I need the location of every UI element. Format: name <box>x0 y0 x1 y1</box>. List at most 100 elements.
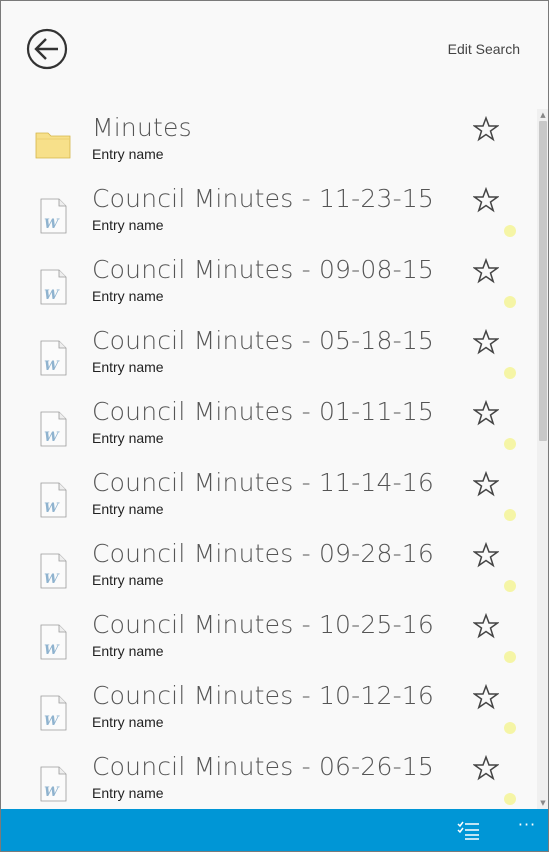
entry-subtitle: Entry name <box>92 572 164 588</box>
word-document-icon: W <box>35 624 71 660</box>
svg-text:W: W <box>44 430 60 445</box>
entry-title: Council Minutes - 11-23-15 <box>92 184 435 213</box>
back-button[interactable] <box>26 28 68 70</box>
more-options-button[interactable]: ··· <box>515 815 539 839</box>
star-icon <box>472 754 500 781</box>
status-dot <box>504 793 516 805</box>
entry-title: Council Minutes - 10-12-16 <box>92 681 435 710</box>
back-arrow-icon <box>26 28 68 70</box>
word-document-icon: W <box>40 269 67 305</box>
favorite-star-button[interactable] <box>472 754 500 781</box>
star-icon <box>472 541 500 568</box>
bottom-app-bar: ··· <box>1 809 548 851</box>
entry-subtitle: Entry name <box>92 643 164 659</box>
favorite-star-button[interactable] <box>472 257 500 284</box>
entry-title: Council Minutes - 05-18-15 <box>92 326 435 355</box>
star-icon <box>472 612 500 639</box>
word-document-icon: W <box>35 340 71 376</box>
entry-title: Council Minutes - 06-26-15 <box>92 752 435 781</box>
document-row[interactable]: W Council Minutes - 11-23-15 Entry name <box>1 182 537 253</box>
status-dot <box>504 367 516 379</box>
entry-title: Council Minutes - 10-25-16 <box>92 610 435 639</box>
star-icon <box>472 186 500 213</box>
word-document-icon: W <box>40 695 67 731</box>
svg-text:W: W <box>44 643 60 658</box>
status-dot <box>504 509 516 521</box>
word-document-icon: W <box>40 411 67 447</box>
svg-text:W: W <box>44 217 60 232</box>
folder-icon <box>35 132 71 159</box>
entry-list: Minutes Entry name W Council Minutes - 11… <box>1 111 537 821</box>
svg-text:W: W <box>44 288 60 303</box>
favorite-star-button[interactable] <box>472 115 500 142</box>
entry-subtitle: Entry name <box>92 501 164 517</box>
entry-subtitle: Entry name <box>92 288 164 304</box>
status-dot <box>504 722 516 734</box>
document-row[interactable]: W Council Minutes - 11-14-16 Entry name <box>1 466 537 537</box>
star-icon <box>472 399 500 426</box>
entry-subtitle: Entry name <box>92 714 164 730</box>
entry-subtitle: Entry name <box>92 146 164 162</box>
entry-subtitle: Entry name <box>92 217 164 233</box>
favorite-star-button[interactable] <box>472 683 500 710</box>
folder-icon <box>35 127 71 163</box>
document-row[interactable]: W Council Minutes - 10-12-16 Entry name <box>1 679 537 750</box>
word-document-icon: W <box>35 766 71 802</box>
status-dot <box>504 296 516 308</box>
status-dot <box>504 225 516 237</box>
word-document-icon: W <box>40 553 67 589</box>
word-document-icon: W <box>35 482 71 518</box>
word-document-icon: W <box>35 695 71 731</box>
star-icon <box>472 470 500 497</box>
word-document-icon: W <box>40 766 67 802</box>
entry-title: Council Minutes - 01-11-15 <box>92 397 435 426</box>
favorite-star-button[interactable] <box>472 328 500 355</box>
scroll-thumb[interactable] <box>539 121 547 441</box>
svg-text:W: W <box>44 572 60 587</box>
favorite-star-button[interactable] <box>472 186 500 213</box>
document-row[interactable]: W Council Minutes - 05-18-15 Entry name <box>1 324 537 395</box>
scrollbar[interactable]: ▲ ▼ <box>537 109 548 809</box>
status-dot <box>504 438 516 450</box>
scroll-down-arrow-icon[interactable]: ▼ <box>537 797 548 809</box>
entry-subtitle: Entry name <box>92 785 164 801</box>
entry-subtitle: Entry name <box>92 430 164 446</box>
favorite-star-button[interactable] <box>472 612 500 639</box>
entry-title: Council Minutes - 09-08-15 <box>92 255 435 284</box>
word-document-icon: W <box>40 198 67 234</box>
entry-title: Council Minutes - 09-28-16 <box>92 539 435 568</box>
scroll-up-arrow-icon[interactable]: ▲ <box>537 109 548 121</box>
entry-title: Minutes <box>92 113 192 142</box>
favorite-star-button[interactable] <box>472 470 500 497</box>
app-window: Edit Search Minutes Entry name W Council … <box>0 0 549 852</box>
word-document-icon: W <box>35 198 71 234</box>
svg-text:W: W <box>44 359 60 374</box>
document-row[interactable]: W Council Minutes - 09-28-16 Entry name <box>1 537 537 608</box>
word-document-icon: W <box>40 340 67 376</box>
word-document-icon: W <box>35 269 71 305</box>
star-icon <box>472 115 500 142</box>
word-document-icon: W <box>35 411 71 447</box>
document-row[interactable]: W Council Minutes - 01-11-15 Entry name <box>1 395 537 466</box>
status-dot <box>504 580 516 592</box>
svg-text:W: W <box>44 714 60 729</box>
word-document-icon: W <box>40 482 67 518</box>
word-document-icon: W <box>40 624 67 660</box>
star-icon <box>472 683 500 710</box>
folder-row[interactable]: Minutes Entry name <box>1 111 537 182</box>
status-dot <box>504 651 516 663</box>
star-icon <box>472 328 500 355</box>
favorite-star-button[interactable] <box>472 541 500 568</box>
edit-search-link[interactable]: Edit Search <box>448 41 520 57</box>
svg-text:W: W <box>44 785 60 800</box>
entry-title: Council Minutes - 11-14-16 <box>92 468 435 497</box>
select-items-button[interactable] <box>457 821 481 841</box>
favorite-star-button[interactable] <box>472 399 500 426</box>
document-row[interactable]: W Council Minutes - 09-08-15 Entry name <box>1 253 537 324</box>
word-document-icon: W <box>35 553 71 589</box>
svg-text:W: W <box>44 501 60 516</box>
entry-subtitle: Entry name <box>92 359 164 375</box>
document-row[interactable]: W Council Minutes - 10-25-16 Entry name <box>1 608 537 679</box>
checklist-icon <box>457 821 479 840</box>
star-icon <box>472 257 500 284</box>
